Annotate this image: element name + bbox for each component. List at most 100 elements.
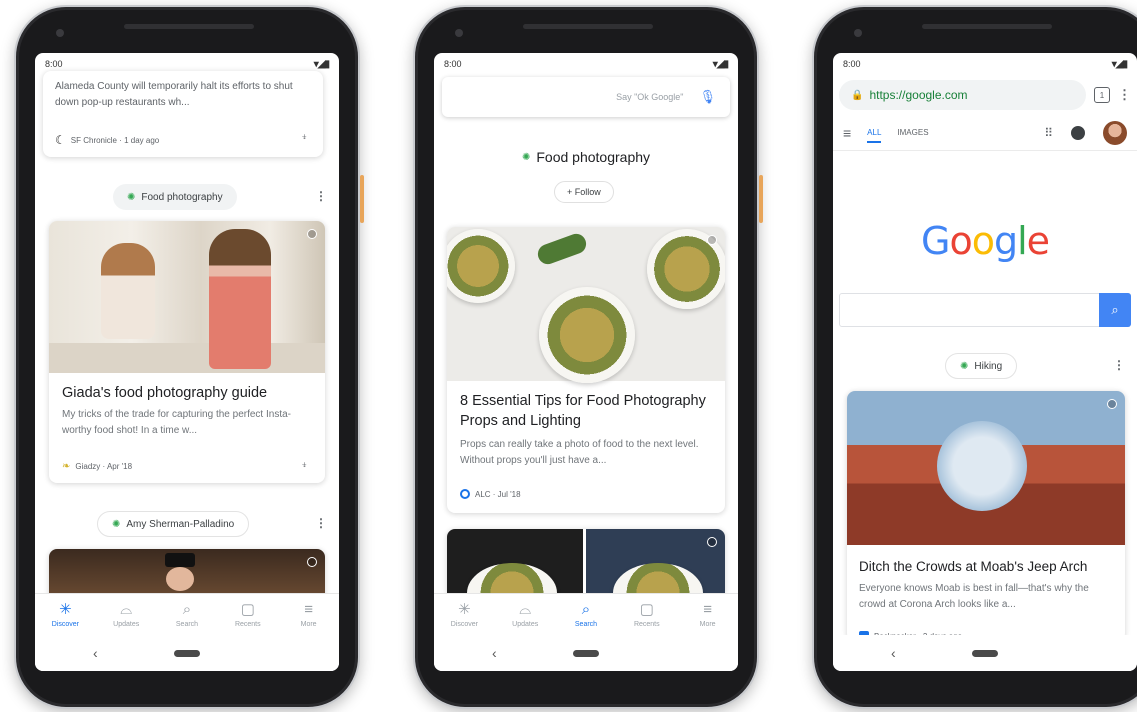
avatar[interactable] bbox=[1103, 120, 1127, 145]
image-face-shape bbox=[166, 567, 194, 591]
url-bar[interactable]: 🔒 https://google.com bbox=[839, 80, 1086, 110]
article-title: 8 Essential Tips for Food Photography Pr… bbox=[460, 393, 706, 429]
nav-label: Discover bbox=[51, 620, 80, 628]
bottom-nav: ✳ Discover ⌓ Updates ⌕ Search ▢ Recents ≡ Mor… bbox=[35, 593, 339, 635]
topic-chip[interactable]: ✺ Hiking bbox=[945, 353, 1018, 379]
screen: 8:00 ▾◢▮ Alameda County will temporarily… bbox=[35, 53, 339, 671]
apps-grid-icon[interactable]: ⠿ bbox=[1044, 126, 1053, 140]
nav-search[interactable]: ⌕ Search bbox=[556, 594, 617, 635]
nav-more[interactable]: ≡ More bbox=[278, 594, 339, 635]
card-snippet: Alameda County will temporarily halt its… bbox=[55, 81, 293, 108]
image-indicator-icon bbox=[707, 537, 717, 547]
search-bar[interactable]: Say "Ok Google" 🎙 bbox=[442, 77, 730, 117]
nav-discover[interactable]: ✳ Discover bbox=[35, 594, 96, 635]
article-snippet: Everyone knows Moab is best in fall—that… bbox=[859, 583, 1089, 610]
system-nav: ‹ bbox=[35, 635, 339, 671]
nav-updates[interactable]: ⌓ Updates bbox=[495, 594, 556, 635]
topic-spark-icon: ✺ bbox=[127, 191, 136, 203]
topic-more-icon[interactable]: ⋮ bbox=[315, 516, 327, 530]
front-camera bbox=[455, 29, 463, 37]
nav-label: Search bbox=[175, 620, 199, 628]
pin-icon[interactable]: ⍖ bbox=[301, 459, 308, 472]
article-meta: ❧ Giadzy · Apr '18 bbox=[62, 461, 132, 472]
back-icon[interactable]: ‹ bbox=[891, 645, 896, 661]
topic-chip[interactable]: ✺ Amy Sherman-Palladino bbox=[97, 511, 250, 537]
more-icon: ≡ bbox=[304, 600, 313, 618]
search-placeholder: Say "Ok Google" bbox=[616, 92, 684, 102]
updates-icon: ⌓ bbox=[120, 600, 133, 618]
article-image bbox=[447, 227, 725, 383]
search-icon: ⌕ bbox=[182, 600, 192, 618]
topic-spark-icon: ✺ bbox=[112, 518, 121, 530]
topic-label: Amy Sherman-Palladino bbox=[126, 518, 235, 530]
topic-more-icon[interactable]: ⋮ bbox=[1113, 358, 1125, 372]
power-button bbox=[759, 175, 763, 223]
home-pill[interactable] bbox=[573, 649, 599, 657]
tab-images[interactable]: IMAGES bbox=[897, 128, 928, 137]
system-nav: ‹ bbox=[833, 635, 1137, 671]
image-counter-shape bbox=[49, 343, 325, 373]
topic-chip[interactable]: ✺ Food photography bbox=[113, 184, 237, 210]
back-icon[interactable]: ‹ bbox=[93, 645, 98, 661]
recents-icon: ▢ bbox=[240, 600, 255, 618]
article-snippet: My tricks of the trade for capturing the… bbox=[62, 409, 291, 436]
image-broccoli-shape bbox=[535, 231, 589, 267]
url-text: https://google.com bbox=[869, 88, 968, 102]
article-snippet: Props can really take a photo of food to… bbox=[460, 439, 699, 466]
nav-discover[interactable]: ✳ Discover bbox=[434, 594, 495, 635]
notifications-icon[interactable] bbox=[1071, 125, 1085, 140]
pin-icon[interactable]: ⍖ bbox=[301, 131, 308, 144]
browser-menu-icon[interactable]: ⋮ bbox=[1118, 87, 1131, 103]
hamburger-icon[interactable]: ≡ bbox=[843, 125, 851, 141]
card-meta: ☾ SF Chronicle · 1 day ago bbox=[55, 133, 159, 147]
image-woman-shape bbox=[209, 229, 271, 369]
discover-icon: ✳ bbox=[59, 600, 72, 618]
status-time: 8:00 bbox=[444, 59, 462, 69]
alc-logo-icon bbox=[460, 489, 470, 499]
topic-header: ✺ Food photography bbox=[434, 149, 738, 165]
browser-toolbar: 🔒 https://google.com 1 ⋮ bbox=[833, 75, 1137, 115]
home-pill[interactable] bbox=[972, 649, 998, 657]
article-card[interactable]: Ditch the Crowds at Moab's Jeep Arch Eve… bbox=[847, 391, 1125, 641]
image-indicator-icon bbox=[307, 557, 317, 567]
tab-switcher-button[interactable]: 1 bbox=[1094, 87, 1110, 103]
topic-label: Hiking bbox=[974, 360, 1003, 372]
topic-spark-icon: ✺ bbox=[960, 360, 969, 372]
topic-more-icon[interactable]: ⋮ bbox=[315, 189, 327, 203]
news-card[interactable]: Alameda County will temporarily halt its… bbox=[43, 71, 323, 157]
search-icon: ⌕ bbox=[581, 600, 591, 618]
google-tabs: ≡ ALL IMAGES ⠿ bbox=[833, 115, 1137, 151]
image-hat-shape bbox=[165, 553, 195, 567]
nav-label: Discover bbox=[450, 620, 479, 628]
article-image[interactable] bbox=[49, 549, 325, 599]
article-card[interactable]: Giada's food photography guide My tricks… bbox=[49, 221, 325, 483]
system-nav: ‹ bbox=[434, 635, 738, 671]
nav-more[interactable]: ≡ More bbox=[677, 594, 738, 635]
phone-discover: 8:00 ▾◢▮ Alameda County will temporarily… bbox=[14, 5, 364, 709]
screen: 8:00 ▾◢▮ 🔒 https://google.com 1 ⋮ ≡ ALL … bbox=[833, 53, 1137, 671]
article-title: Giada's food photography guide bbox=[62, 385, 268, 401]
image-bowl-shape bbox=[447, 229, 515, 303]
nav-updates[interactable]: ⌓ Updates bbox=[96, 594, 157, 635]
follow-button[interactable]: + Follow bbox=[554, 181, 614, 203]
speaker-grille bbox=[922, 24, 1052, 29]
article-card[interactable]: 8 Essential Tips for Food Photography Pr… bbox=[447, 227, 725, 513]
topic-spark-icon: ✺ bbox=[521, 151, 531, 163]
nav-recents[interactable]: ▢ Recents bbox=[217, 594, 278, 635]
home-pill[interactable] bbox=[174, 649, 200, 657]
google-search-input[interactable]: ⌕ bbox=[839, 293, 1131, 327]
account-area: ⠿ bbox=[1044, 120, 1127, 145]
mic-icon[interactable]: 🎙 bbox=[699, 89, 716, 105]
search-icon[interactable]: ⌕ bbox=[1099, 293, 1131, 327]
tab-all[interactable]: ALL bbox=[867, 128, 882, 143]
status-icons: ▾◢▮ bbox=[313, 58, 330, 70]
nav-recents[interactable]: ▢ Recents bbox=[616, 594, 677, 635]
status-bar: 8:00 ▾◢▮ bbox=[434, 53, 738, 75]
phone-search: 8:00 ▾◢▮ Say "Ok Google" 🎙 ✺ Food photog… bbox=[413, 5, 763, 709]
card-source: SF Chronicle · 1 day ago bbox=[70, 135, 160, 145]
discover-icon: ✳ bbox=[458, 600, 471, 618]
nav-label: More bbox=[300, 620, 317, 628]
back-icon[interactable]: ‹ bbox=[492, 645, 497, 661]
article-image[interactable] bbox=[447, 529, 725, 593]
nav-search[interactable]: ⌕ Search bbox=[157, 594, 218, 635]
